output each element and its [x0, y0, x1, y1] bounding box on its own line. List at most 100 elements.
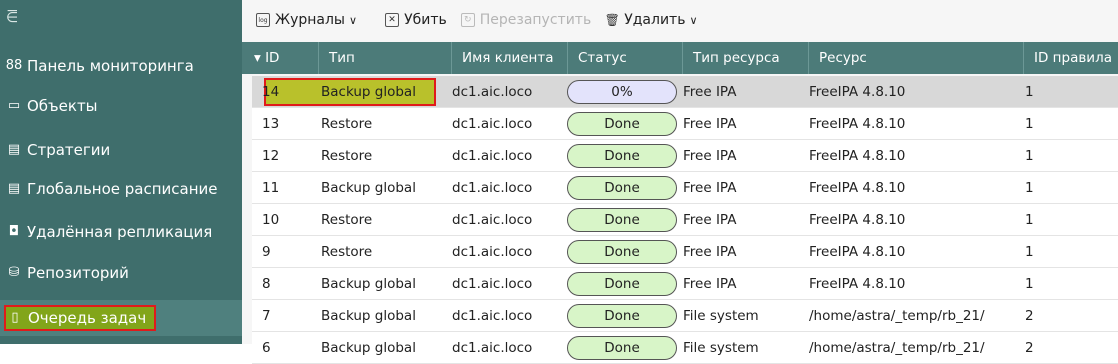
monitor-icon: ▭: [7, 98, 21, 113]
status-badge: Done: [567, 304, 677, 328]
sidebar-item-2[interactable]: ▤ Стратегии: [0, 132, 242, 168]
cell-resource-type: Free IPA: [683, 212, 737, 228]
table-row[interactable]: 11 Backup global dc1.aic.loco Done Free IPA F…: [252, 172, 1118, 204]
cell-id: 10: [262, 212, 280, 228]
status-badge: Done: [567, 112, 677, 136]
cell-resource-type: Free IPA: [683, 116, 737, 132]
column-header-resource-type[interactable]: Тип ресурса: [683, 42, 809, 74]
cell-id: 8: [262, 276, 271, 292]
cell-client: dc1.aic.loco: [452, 276, 533, 292]
table-row[interactable]: 7 Backup global dc1.aic.loco Done File syste…: [252, 300, 1118, 332]
cell-id: 14: [262, 84, 280, 100]
cell-resource-type: Free IPA: [683, 84, 737, 100]
cell-type: Restore: [321, 148, 373, 164]
column-header-id[interactable]: ▾ ID: [252, 42, 319, 74]
cell-resource-type: Free IPA: [683, 276, 737, 292]
main-panel: log Журналы ∨ ✕ Убить ↻ Перезапустить 🗑 …: [242, 0, 1118, 364]
cell-id: 11: [262, 180, 280, 196]
cell-type: Restore: [321, 116, 373, 132]
cell-type: Backup global: [321, 180, 416, 196]
column-header-type[interactable]: Тип: [319, 42, 452, 74]
chevron-down-icon: ∨: [689, 13, 698, 27]
cell-type: Restore: [321, 244, 373, 260]
sidebar-item-6[interactable]: ▯ Очередь задач: [0, 300, 242, 336]
cell-client: dc1.aic.loco: [452, 84, 533, 100]
cell-id: 13: [262, 116, 280, 132]
table-row[interactable]: 10 Restore dc1.aic.loco Done Free IPA FreeIPA…: [252, 204, 1118, 236]
delete-button[interactable]: 🗑 Удалить ∨: [604, 7, 698, 33]
sidebar-item-label: Глобальное расписание: [27, 180, 218, 198]
cell-id: 9: [262, 244, 271, 260]
sidebar-item-1[interactable]: ▭ Объекты: [0, 88, 242, 124]
cell-rule-id: 1: [1025, 84, 1034, 100]
cell-type: Backup global: [321, 340, 416, 356]
cell-client: dc1.aic.loco: [452, 244, 533, 260]
status-badge: Done: [567, 336, 677, 360]
restart-label: Перезапустить: [479, 12, 592, 28]
cell-resource-type: Free IPA: [683, 180, 737, 196]
cell-client: dc1.aic.loco: [452, 116, 533, 132]
table-row[interactable]: 6 Backup global dc1.aic.loco Done File syste…: [252, 332, 1118, 364]
sidebar-item-label: Очередь задач: [28, 309, 147, 327]
cell-resource: FreeIPA 4.8.10: [809, 212, 906, 228]
cell-resource-type: File system: [683, 308, 759, 324]
cell-rule-id: 1: [1025, 212, 1034, 228]
dashboard-icon: 88: [5, 58, 23, 73]
sidebar-item-label: Стратегии: [27, 141, 111, 159]
cell-type: Restore: [321, 212, 373, 228]
column-header-resource[interactable]: Ресурс: [809, 42, 1024, 74]
schedule-icon: ▤: [7, 181, 21, 196]
cell-rule-id: 1: [1025, 244, 1034, 260]
table-row[interactable]: 13 Restore dc1.aic.loco Done Free IPA FreeIPA…: [252, 108, 1118, 140]
column-header-status[interactable]: Статус: [568, 42, 683, 74]
cell-rule-id: 1: [1025, 276, 1034, 292]
replication-icon: ◘: [8, 224, 20, 239]
sidebar-item-3[interactable]: ▤ Глобальное расписание: [0, 171, 242, 207]
cell-client: dc1.aic.loco: [452, 148, 533, 164]
chevron-down-icon: ∨: [349, 13, 358, 27]
sidebar-item-0[interactable]: 88 Панель мониторинга: [0, 48, 242, 84]
cell-id: 6: [262, 340, 271, 356]
logs-label: Журналы: [275, 12, 345, 28]
logs-icon: log: [256, 13, 270, 27]
status-badge: 0%: [567, 80, 677, 104]
cell-resource-type: Free IPA: [683, 244, 737, 260]
table-row[interactable]: 8 Backup global dc1.aic.loco Done Free IPA Fr…: [252, 268, 1118, 300]
cell-type: Backup global: [321, 308, 416, 324]
cell-client: dc1.aic.loco: [452, 180, 533, 196]
kill-label: Убить: [404, 12, 447, 28]
sidebar-item-label: Объекты: [27, 97, 98, 115]
database-icon: ⛁: [8, 265, 20, 280]
cell-resource: FreeIPA 4.8.10: [809, 84, 906, 100]
cell-resource: FreeIPA 4.8.10: [809, 244, 906, 260]
cell-resource: /home/astra/_temp/rb_21/: [809, 340, 985, 356]
status-badge: Done: [567, 240, 677, 264]
sidebar: ⋶ 88 Панель мониторинга ▭ Объекты ▤ Стратегии…: [0, 0, 242, 344]
cell-resource-type: File system: [683, 340, 759, 356]
cell-resource: /home/astra/_temp/rb_21/: [809, 308, 985, 324]
collapse-sidebar-icon[interactable]: ⋶: [6, 10, 22, 26]
sidebar-item-label: Репозиторий: [27, 264, 129, 282]
table-row[interactable]: 9 Restore dc1.aic.loco Done Free IPA FreeIPA …: [252, 236, 1118, 268]
kill-icon: ✕: [385, 13, 400, 27]
restart-icon: ↻: [460, 13, 475, 27]
cell-resource: FreeIPA 4.8.10: [809, 180, 906, 196]
column-header-client[interactable]: Имя клиента: [452, 42, 568, 74]
sidebar-item-4[interactable]: ◘ Удалённая репликация: [0, 214, 242, 250]
trash-icon: 🗑: [604, 13, 620, 27]
toolbar: log Журналы ∨ ✕ Убить ↻ Перезапустить 🗑 …: [242, 0, 1118, 40]
cell-type: Backup global: [321, 84, 416, 100]
table-row[interactable]: 14 Backup global dc1.aic.loco 0% Free IPA Fre…: [252, 76, 1118, 108]
cell-resource: FreeIPA 4.8.10: [809, 276, 906, 292]
status-badge: Done: [567, 272, 677, 296]
cell-rule-id: 1: [1025, 148, 1034, 164]
sidebar-item-5[interactable]: ⛁ Репозиторий: [0, 255, 242, 291]
column-header-rule-id[interactable]: ID правила: [1024, 42, 1118, 74]
cell-id: 12: [262, 148, 280, 164]
logs-button[interactable]: log Журналы ∨: [256, 7, 357, 33]
document-icon: ▤: [7, 142, 21, 157]
restart-button[interactable]: ↻ Перезапустить: [460, 7, 592, 33]
status-badge: Done: [567, 176, 677, 200]
table-row[interactable]: 12 Restore dc1.aic.loco Done Free IPA FreeIPA…: [252, 140, 1118, 172]
kill-button[interactable]: ✕ Убить: [385, 7, 447, 33]
